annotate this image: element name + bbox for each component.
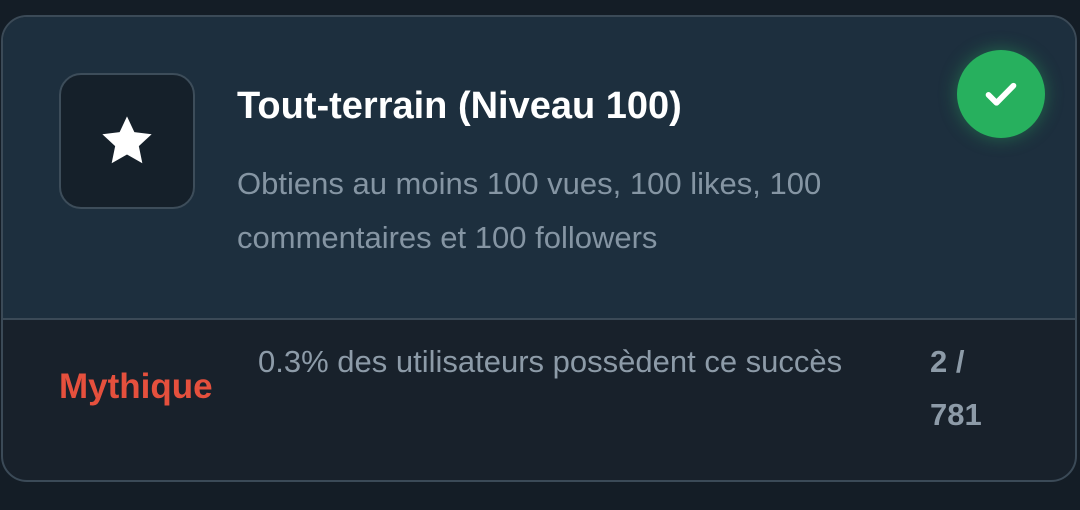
achievement-title: Tout-terrain (Niveau 100) bbox=[237, 85, 682, 127]
achievement-header: Tout-terrain (Niveau 100) Obtiens au moi… bbox=[3, 17, 1075, 320]
owners-count: 2 / 781 bbox=[930, 335, 1020, 441]
rarity-label: Mythique bbox=[59, 367, 213, 406]
owners-percentage-text: 0.3% des utilisateurs possèdent ce succè… bbox=[258, 344, 843, 379]
owners-count-line1: 2 / bbox=[930, 344, 965, 379]
completed-badge bbox=[957, 50, 1045, 138]
checkmark-icon bbox=[985, 82, 1017, 106]
owners-count-line2: 781 bbox=[930, 397, 982, 432]
achievement-icon-box bbox=[59, 73, 195, 209]
achievement-card[interactable]: Tout-terrain (Niveau 100) Obtiens au moi… bbox=[1, 15, 1077, 482]
achievement-description: Obtiens au moins 100 vues, 100 likes, 10… bbox=[237, 166, 822, 255]
star-icon bbox=[102, 116, 152, 164]
